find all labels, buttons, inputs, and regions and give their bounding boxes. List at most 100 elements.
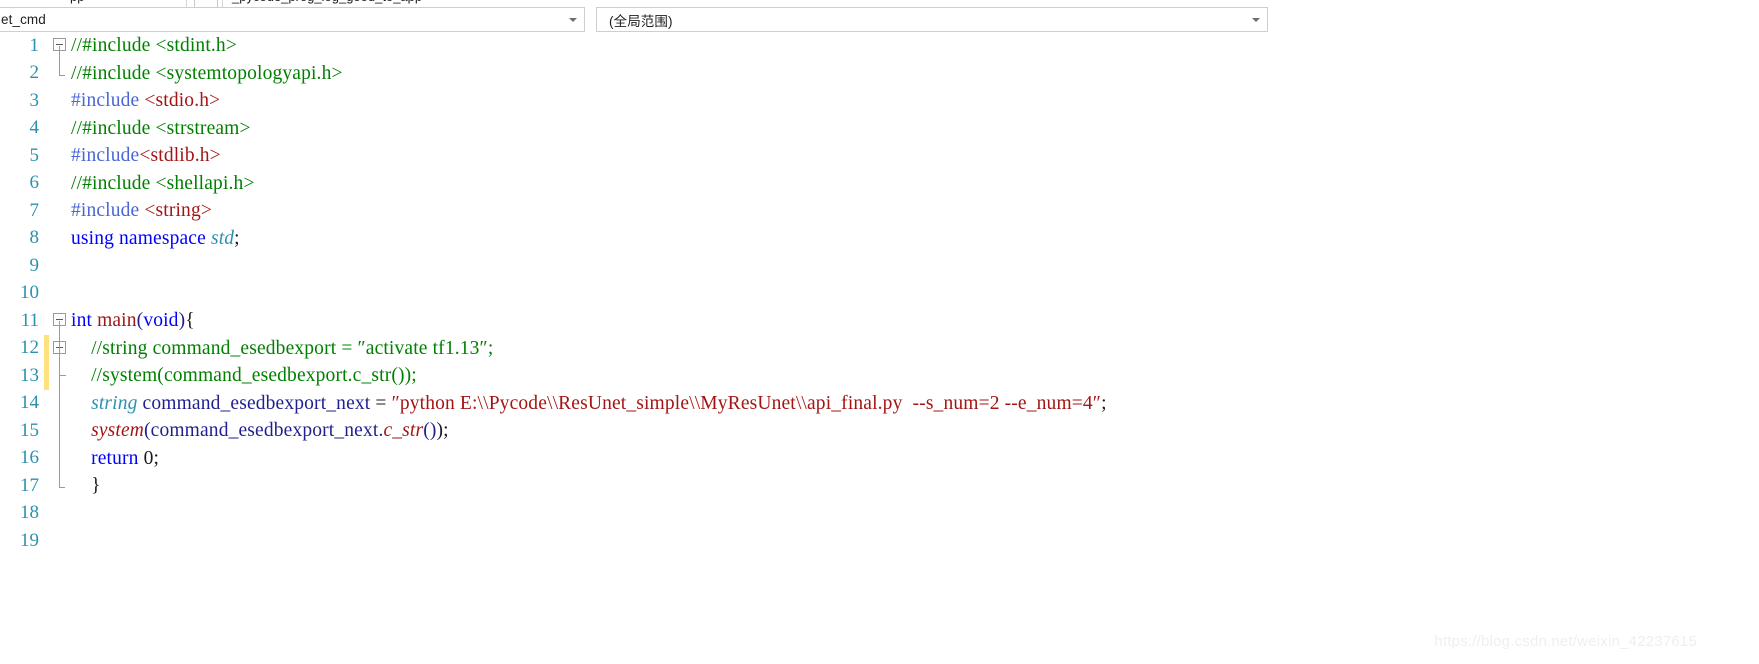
- line-number: 14: [20, 392, 39, 414]
- code-token: ;: [234, 227, 240, 249]
- fold-margin[interactable]: [49, 334, 71, 362]
- scope-combo-value: et_cmd: [1, 12, 46, 27]
- code-text[interactable]: //string command_esedbexport = ″activate…: [71, 335, 493, 363]
- code-line[interactable]: 8 using namespace std;: [0, 225, 1759, 253]
- fold-margin[interactable]: [49, 472, 71, 500]
- code-token: std: [210, 227, 235, 249]
- code-text[interactable]: //#include <stdint.h>: [71, 32, 237, 60]
- line-number: 8: [29, 227, 40, 249]
- code-line[interactable]: 7 #include <string>: [0, 197, 1759, 225]
- code-line[interactable]: 10: [0, 280, 1759, 308]
- line-number: 1: [29, 34, 40, 56]
- code-text[interactable]: //#include <systemtopologyapi.h>: [71, 60, 343, 88]
- fold-region-end-icon: [59, 472, 65, 488]
- line-number: 3: [29, 89, 40, 111]
- fold-guide-line: [59, 348, 60, 362]
- line-number: 17: [20, 474, 39, 496]
- code-text[interactable]: #include <string>: [71, 197, 212, 225]
- code-line[interactable]: 2 //#include <systemtopologyapi.h>: [0, 59, 1759, 88]
- fold-margin[interactable]: [49, 500, 71, 528]
- fold-margin[interactable]: [49, 142, 71, 170]
- line-number: 12: [20, 337, 39, 359]
- line-number: 10: [20, 282, 39, 304]
- code-token: }: [71, 475, 101, 496]
- fold-guide-line: [59, 321, 60, 335]
- code-editor[interactable]: 1 //#include <stdint.h> 2 //#include <syste…: [0, 32, 1759, 664]
- chevron-down-icon[interactable]: [1252, 17, 1260, 22]
- code-line[interactable]: 16 return 0;: [0, 444, 1759, 473]
- fold-margin[interactable]: [49, 417, 71, 445]
- code-text[interactable]: using namespace std;: [71, 225, 240, 253]
- code-text[interactable]: #include<stdlib.h>: [71, 142, 221, 170]
- line-number: 7: [29, 199, 40, 221]
- code-text[interactable]: system(command_esedbexport_next.c_str())…: [71, 417, 449, 445]
- code-line[interactable]: 15 system(command_esedbexport_next.c_str…: [0, 417, 1759, 445]
- code-token: ;: [1101, 392, 1107, 414]
- code-token: <string>: [144, 200, 212, 221]
- line-number: 11: [20, 309, 39, 331]
- member-combo-box[interactable]: (全局范围): [596, 7, 1268, 32]
- fold-margin[interactable]: [49, 307, 71, 335]
- fold-margin[interactable]: [49, 32, 71, 60]
- line-number: 5: [29, 144, 40, 166]
- fold-region-end-icon: [59, 362, 66, 390]
- code-line[interactable]: 1 //#include <stdint.h>: [0, 32, 1759, 60]
- code-line[interactable]: 3 #include <stdio.h>: [0, 87, 1759, 115]
- code-text[interactable]: string command_esedbexport_next = ″pytho…: [71, 390, 1107, 418]
- code-token: <stdint.h>: [155, 35, 237, 56]
- code-text[interactable]: //system(command_esedbexport.c_str());: [71, 362, 417, 390]
- line-number: 16: [20, 447, 39, 469]
- line-number: 4: [29, 117, 40, 139]
- code-text[interactable]: }: [71, 472, 101, 500]
- code-line[interactable]: 6 //#include <shellapi.h>: [0, 170, 1759, 198]
- fold-margin[interactable]: [49, 362, 71, 390]
- code-line[interactable]: 14 string command_esedbexport_next = ″py…: [0, 389, 1759, 418]
- code-line[interactable]: 13 //system(command_esedbexport.c_str())…: [0, 362, 1759, 390]
- code-line[interactable]: 9: [0, 252, 1759, 280]
- fold-margin[interactable]: [49, 225, 71, 253]
- code-text[interactable]: int main(void){: [71, 307, 195, 335]
- fold-region-end-icon: [59, 59, 65, 76]
- fold-margin[interactable]: [49, 252, 71, 280]
- code-text[interactable]: //#include <strstream>: [71, 115, 251, 143]
- line-number: 6: [29, 172, 40, 194]
- fold-margin[interactable]: [49, 87, 71, 115]
- code-token: using namespace: [71, 227, 211, 249]
- code-line[interactable]: 5 #include<stdlib.h>: [0, 142, 1759, 170]
- code-text[interactable]: return 0;: [71, 445, 159, 473]
- fold-margin[interactable]: [49, 389, 71, 417]
- code-line[interactable]: 11 int main(void){: [0, 307, 1759, 335]
- code-text[interactable]: #include <stdio.h>: [71, 87, 220, 115]
- code-token: #include: [71, 200, 145, 221]
- fold-guide-line: [59, 334, 60, 349]
- fold-margin[interactable]: [49, 280, 71, 308]
- code-token: //string command_esedbexport = ″activate…: [71, 337, 494, 359]
- code-line[interactable]: 19: [0, 527, 1759, 555]
- fold-margin[interactable]: [49, 59, 71, 88]
- line-number: 13: [20, 364, 39, 386]
- scope-combo-box[interactable]: et_cmd: [0, 7, 585, 32]
- code-token: c_str: [383, 420, 424, 441]
- fold-margin[interactable]: [49, 170, 71, 198]
- fold-margin[interactable]: [49, 444, 71, 472]
- code-line[interactable]: 17 }: [0, 472, 1759, 500]
- navigation-bar-filler: [1268, 7, 1759, 32]
- code-line[interactable]: 18: [0, 500, 1759, 528]
- fold-margin[interactable]: [49, 115, 71, 143]
- fold-margin[interactable]: [49, 527, 71, 555]
- code-line[interactable]: 12 //string command_esedbexport = ″activ…: [0, 334, 1759, 363]
- code-token: command_esedbexport_next: [137, 392, 376, 414]
- code-token: void: [143, 310, 179, 331]
- code-token: return: [91, 447, 144, 469]
- code-line[interactable]: 4 //#include <strstream>: [0, 115, 1759, 143]
- fold-margin[interactable]: [49, 197, 71, 225]
- chevron-down-icon[interactable]: [569, 17, 577, 22]
- watermark-text: https://blog.csdn.net/weixin_42237615: [1434, 633, 1697, 650]
- code-text[interactable]: //#include <shellapi.h>: [71, 170, 255, 198]
- code-token: //#include: [71, 62, 156, 84]
- code-token: <stdio.h>: [144, 90, 221, 111]
- code-token: <stdlib.h>: [139, 145, 221, 166]
